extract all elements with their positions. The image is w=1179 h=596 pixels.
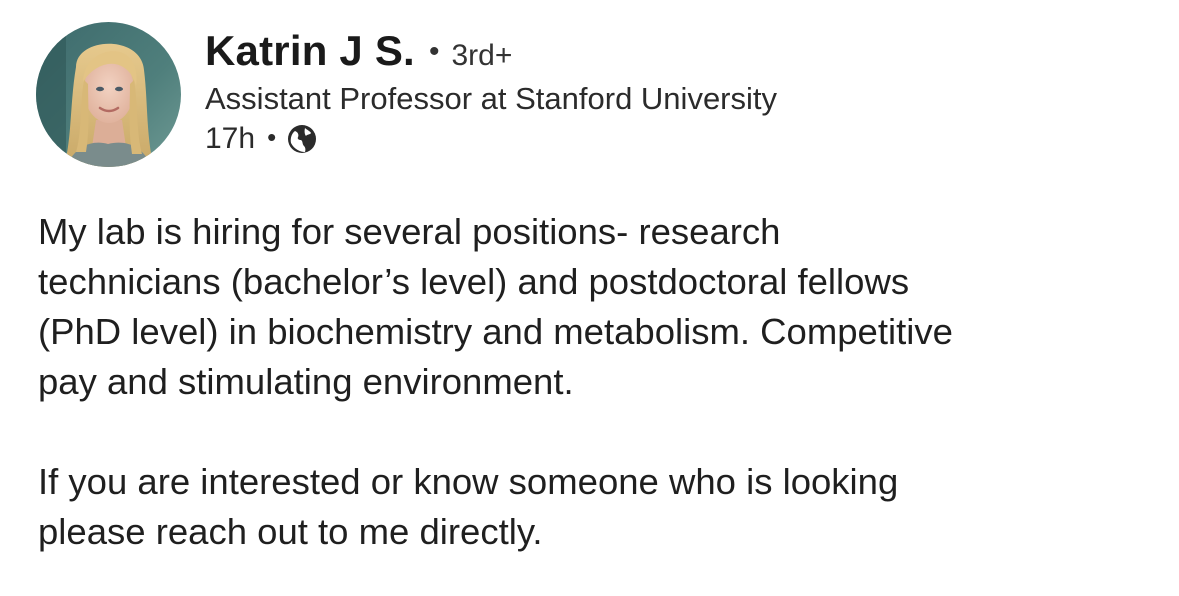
profile-photo-icon xyxy=(36,22,181,167)
name-separator: • xyxy=(428,35,440,68)
post-paragraph-1: My lab is hiring for several positions- … xyxy=(38,211,953,402)
post-paragraph-2: If you are interested or know someone wh… xyxy=(38,461,899,552)
post-header: Katrin J S. • 3rd+ Assistant Professor a… xyxy=(36,22,777,167)
author-name-line: Katrin J S. • 3rd+ xyxy=(205,27,777,74)
linkedin-post: Katrin J S. • 3rd+ Assistant Professor a… xyxy=(0,0,1179,596)
author-avatar[interactable] xyxy=(36,22,181,167)
connection-degree: 3rd+ xyxy=(451,39,513,72)
author-meta: Katrin J S. • 3rd+ Assistant Professor a… xyxy=(205,27,778,157)
post-time-line: 17h • xyxy=(205,121,777,157)
globe-icon xyxy=(286,123,318,155)
post-body: My lab is hiring for several positions- … xyxy=(38,207,1153,557)
post-age: 17h xyxy=(205,122,256,156)
time-separator: • xyxy=(267,121,277,152)
author-name[interactable]: Katrin J S. xyxy=(205,27,415,74)
author-headline: Assistant Professor at Stanford Universi… xyxy=(205,81,778,117)
